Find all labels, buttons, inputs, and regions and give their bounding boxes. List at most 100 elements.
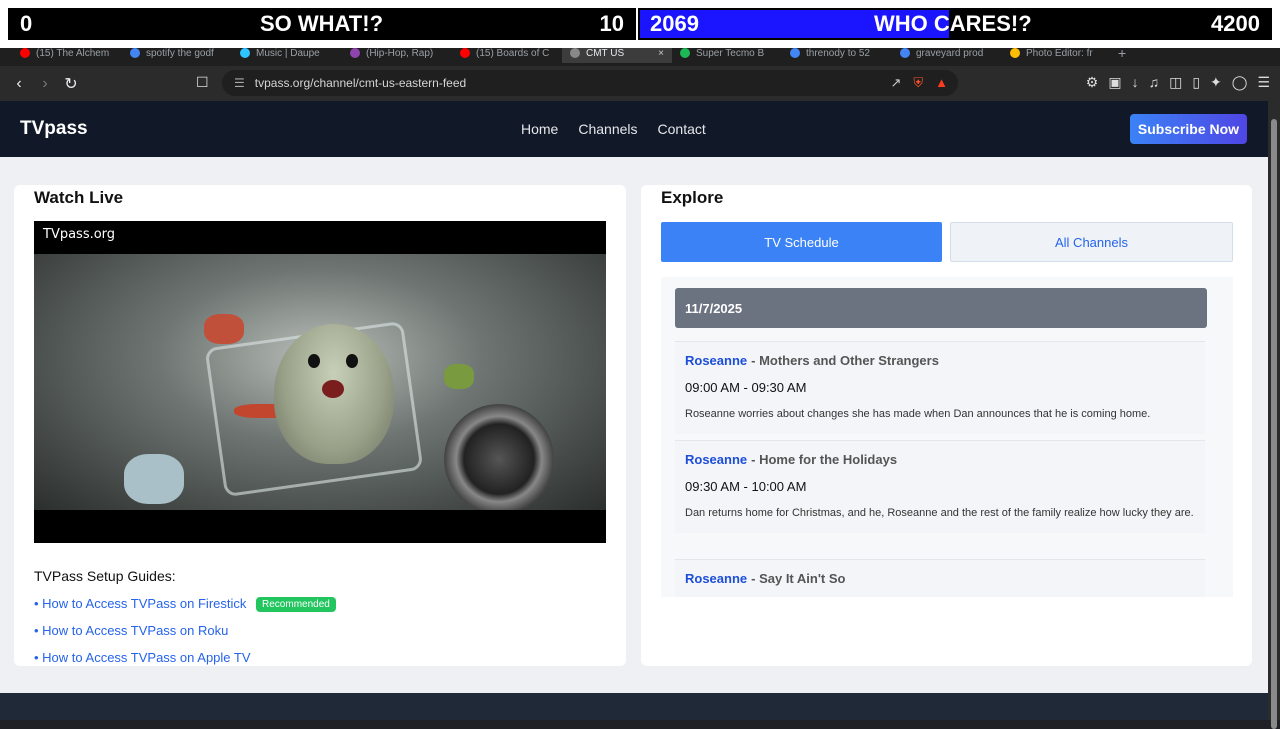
site-header: TVpass Home Channels Contact Subscribe N… bbox=[0, 101, 1268, 157]
browser-tab-label: Music | Daupe bbox=[256, 47, 320, 59]
site-footer bbox=[0, 693, 1268, 720]
right-score-label: WHO CARES!? bbox=[874, 11, 1032, 36]
nav-channels[interactable]: Channels bbox=[578, 121, 637, 137]
recommended-badge: Recommended bbox=[256, 597, 336, 613]
google-icon bbox=[790, 48, 800, 58]
watch-live-title: Watch Live bbox=[34, 188, 124, 207]
stream-score-overlay: 0 SO WHAT!? 10 2069 WHO CARES!? 4200 bbox=[0, 0, 1280, 48]
browser-tab-label: graveyard prod bbox=[916, 47, 984, 59]
vpn-icon[interactable]: ◯ bbox=[1232, 74, 1248, 91]
site-logo[interactable]: TVpass bbox=[20, 118, 88, 140]
right-score-b: 4200 bbox=[1211, 11, 1260, 36]
browser-tab-label: Super Tecmo B bbox=[696, 47, 765, 59]
subscribe-button[interactable]: Subscribe Now bbox=[1130, 114, 1247, 144]
show-name[interactable]: Roseanne bbox=[685, 452, 747, 467]
episode-title: - Say It Ain't So bbox=[751, 571, 846, 586]
leo-icon[interactable]: ✦ bbox=[1210, 74, 1222, 91]
back-icon[interactable]: ‹ bbox=[6, 75, 32, 93]
menu-icon[interactable]: ☰ bbox=[1257, 74, 1270, 91]
sink-drain-image bbox=[444, 404, 554, 510]
tab-tv-schedule[interactable]: TV Schedule bbox=[661, 222, 942, 262]
episode-title: - Mothers and Other Strangers bbox=[751, 353, 939, 368]
show-name[interactable]: Roseanne bbox=[685, 571, 747, 586]
broccoli-image bbox=[444, 364, 474, 389]
browser-tab-label: CMT US bbox=[586, 47, 625, 59]
browser-tab-label: (15) Boards of C bbox=[476, 47, 550, 59]
explore-card: Explore TV Schedule All Channels 11/7/20… bbox=[641, 185, 1252, 666]
list-item[interactable]: Roseanne - Mothers and Other Strangers 09… bbox=[675, 341, 1205, 434]
spotify-icon bbox=[680, 48, 690, 58]
browser-toolbar: ‹ › ↻ ☐ ☰ tvpass.org/channel/cmt-us-east… bbox=[0, 66, 1280, 101]
page-scrollbar[interactable] bbox=[1268, 101, 1280, 729]
show-time: 09:00 AM - 09:30 AM bbox=[685, 380, 807, 395]
video-frame[interactable] bbox=[34, 254, 606, 510]
close-tab-icon[interactable]: × bbox=[658, 48, 664, 59]
list-item[interactable]: Roseanne - Home for the Holidays 09:30 AM… bbox=[675, 440, 1205, 533]
right-score-panel: 2069 WHO CARES!? 4200 bbox=[638, 8, 1272, 40]
tab-all-channels[interactable]: All Channels bbox=[950, 222, 1233, 262]
creature-eye-right bbox=[346, 354, 358, 368]
explore-title: Explore bbox=[661, 188, 724, 207]
google-icon bbox=[130, 48, 140, 58]
brave-shield-icon[interactable]: ⛨ bbox=[913, 75, 923, 91]
nav-contact[interactable]: Contact bbox=[658, 121, 706, 137]
web-page: TVpass Home Channels Contact Subscribe N… bbox=[0, 101, 1268, 720]
google-icon bbox=[900, 48, 910, 58]
guide-link-roku[interactable]: • How to Access TVPass on Roku bbox=[34, 623, 228, 638]
sidebar-icon[interactable]: ◫ bbox=[1169, 74, 1182, 91]
share-icon[interactable]: ↗ bbox=[890, 75, 901, 91]
nav-home[interactable]: Home bbox=[521, 121, 558, 137]
app-icon bbox=[350, 48, 360, 58]
left-score-b: 10 bbox=[599, 11, 624, 36]
address-bar[interactable]: ☰ tvpass.org/channel/cmt-us-eastern-feed… bbox=[222, 70, 958, 96]
watch-live-card: Watch Live TVpass.org TVPass Setup Guide… bbox=[14, 185, 626, 666]
creature-mouth bbox=[322, 380, 344, 398]
ice-cube-image bbox=[124, 454, 184, 504]
browser-tab-label: Photo Editor: fr bbox=[1026, 47, 1093, 59]
screenshot-icon[interactable]: ▣ bbox=[1108, 74, 1121, 91]
browser-tab-label: spotify the godf bbox=[146, 47, 214, 59]
show-time: 09:30 AM - 10:00 AM bbox=[685, 479, 807, 494]
globe-icon bbox=[570, 48, 580, 58]
guide-link-apple-tv[interactable]: • How to Access TVPass on Apple TV bbox=[34, 650, 251, 665]
chrome-icon bbox=[1010, 48, 1020, 58]
extensions-icon[interactable]: ⚙ bbox=[1086, 74, 1099, 91]
list-item[interactable]: Roseanne - Say It Ain't So bbox=[675, 559, 1205, 597]
youtube-icon bbox=[460, 48, 470, 58]
left-score-label: SO WHAT!? bbox=[260, 11, 384, 36]
guide-link-firestick[interactable]: • How to Access TVPass on Firestick Reco… bbox=[34, 596, 336, 613]
forward-icon[interactable]: › bbox=[32, 75, 58, 93]
reload-icon[interactable]: ↻ bbox=[58, 74, 84, 94]
site-settings-icon[interactable]: ☰ bbox=[234, 76, 245, 90]
site-nav: Home Channels Contact bbox=[521, 121, 706, 137]
url-text[interactable]: tvpass.org/channel/cmt-us-eastern-feed bbox=[255, 76, 466, 90]
browser-tab-label: (Hip-Hop, Rap) bbox=[366, 47, 434, 59]
brave-rewards-icon[interactable]: ▲ bbox=[935, 75, 948, 91]
left-score-panel: 0 SO WHAT!? 10 bbox=[8, 8, 636, 40]
browser-tab-label: (15) The Alchem bbox=[36, 47, 110, 59]
youtube-icon bbox=[20, 48, 30, 58]
download-icon[interactable]: ↓ bbox=[1132, 74, 1139, 91]
app-icon bbox=[240, 48, 250, 58]
left-score-a: 0 bbox=[20, 11, 33, 36]
media-icon[interactable]: ♫ bbox=[1149, 74, 1160, 91]
guides-title: TVPass Setup Guides: bbox=[34, 568, 176, 584]
browser-tab-label: threnody to 52 bbox=[806, 47, 870, 59]
show-description: Dan returns home for Christmas, and he, … bbox=[685, 507, 1194, 519]
episode-title: - Home for the Holidays bbox=[751, 452, 898, 467]
tomato-image bbox=[204, 314, 244, 344]
schedule-list[interactable]: 11/7/2025 Roseanne - Mothers and Other St… bbox=[661, 277, 1233, 597]
right-score-a: 2069 bbox=[650, 11, 699, 36]
player-watermark: TVpass.org bbox=[43, 227, 116, 242]
page-scrollbar-thumb[interactable] bbox=[1271, 119, 1277, 729]
bookmark-icon[interactable]: ☐ bbox=[196, 74, 209, 91]
creature-image bbox=[274, 324, 394, 464]
schedule-date: 11/7/2025 bbox=[675, 288, 1207, 328]
video-player[interactable]: TVpass.org bbox=[34, 221, 606, 543]
explore-tabs: TV Schedule All Channels bbox=[661, 222, 1233, 262]
creature-eye-left bbox=[308, 354, 320, 368]
show-name[interactable]: Roseanne bbox=[685, 353, 747, 368]
show-description: Roseanne worries about changes she has m… bbox=[685, 408, 1151, 420]
wallet-icon[interactable]: ▯ bbox=[1192, 74, 1200, 91]
guide-link-firestick-label[interactable]: • How to Access TVPass on Firestick bbox=[34, 596, 246, 611]
